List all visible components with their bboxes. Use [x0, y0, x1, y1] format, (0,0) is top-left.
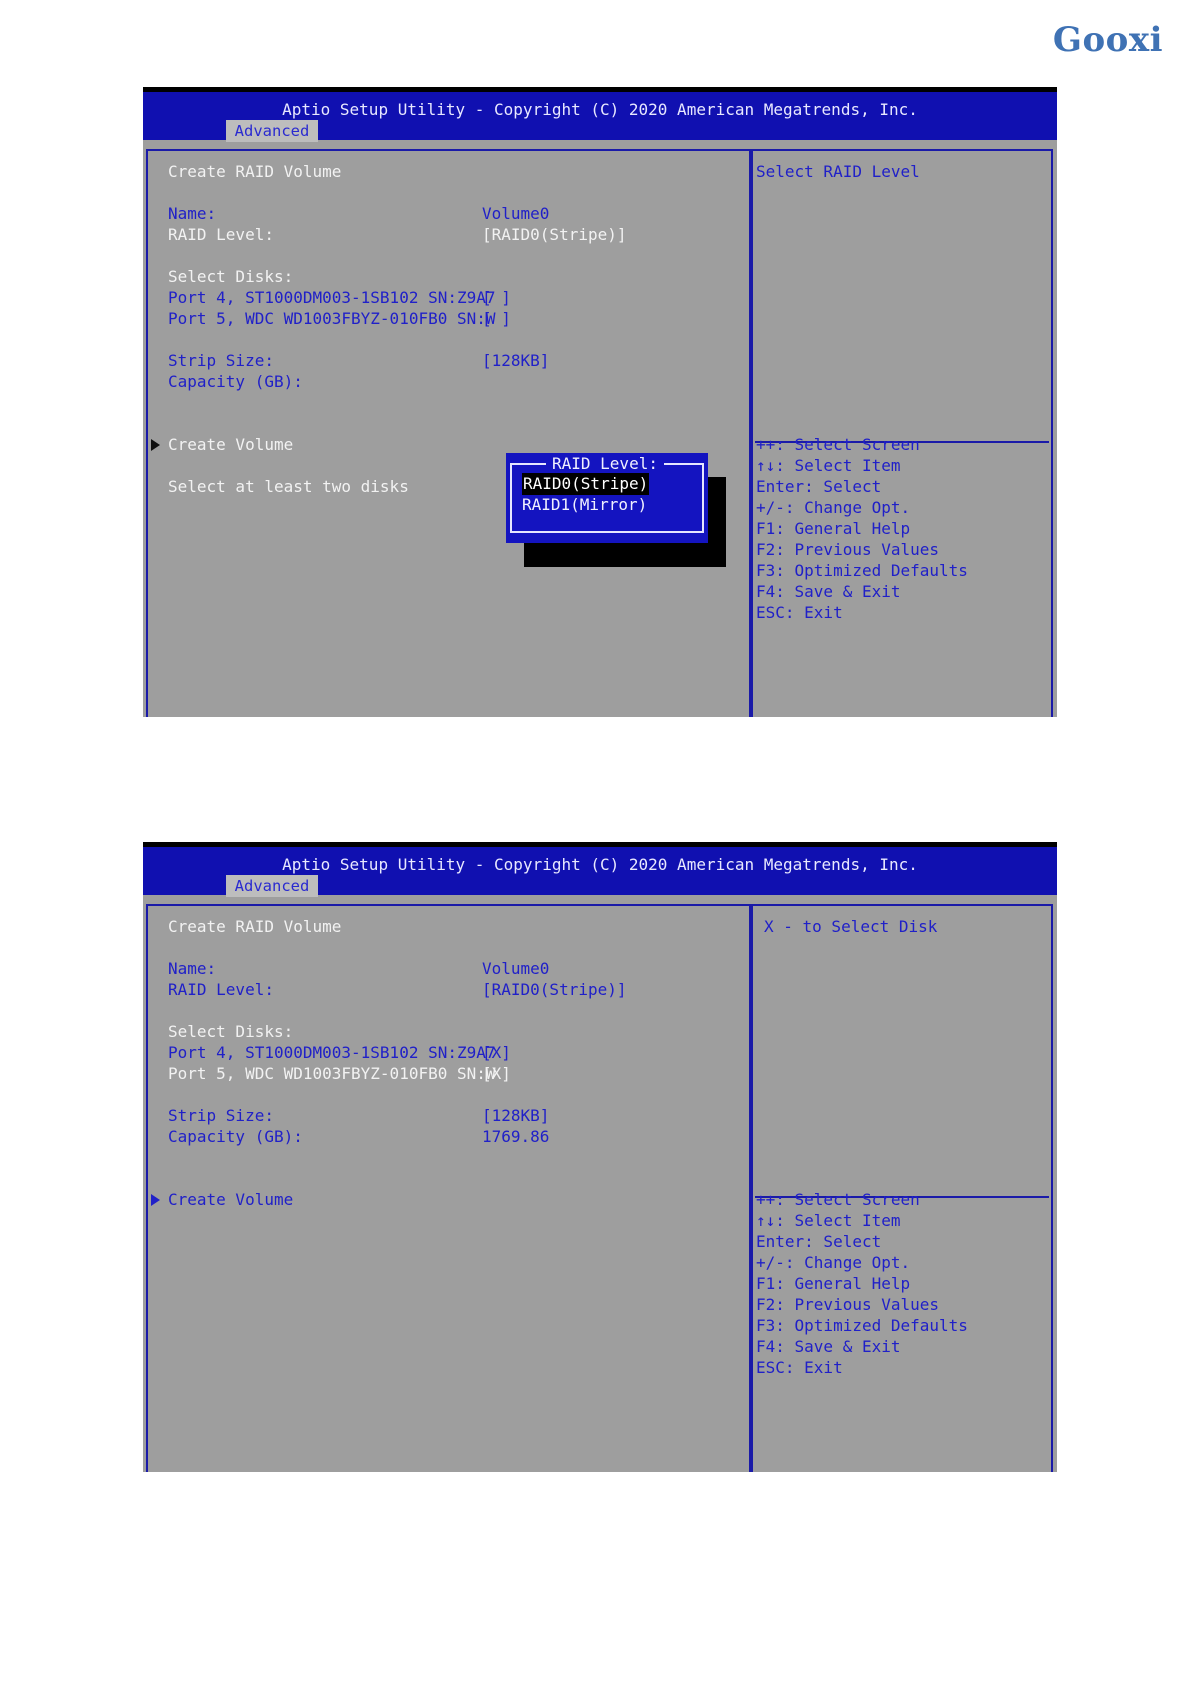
disk-port4-checkbox[interactable]: [X] [482, 1042, 511, 1064]
key-previous-values: F2: Previous Values [756, 1295, 940, 1314]
bios-screen-disks-selected: Aptio Setup Utility - Copyright (C) 2020… [143, 842, 1057, 1472]
disk-port4-label: Port 4, ST1000DM003-1SB102 SN:Z9A7 [168, 1043, 496, 1062]
raid-level-label: RAID Level: [168, 980, 274, 999]
key-enter-select: Enter: Select [756, 477, 882, 496]
create-volume-item[interactable]: Create Volume [168, 434, 293, 456]
help-text: Select RAID Level [756, 162, 920, 181]
create-volume-item[interactable]: Create Volume [168, 1189, 293, 1211]
disk-port4-checkbox[interactable]: [ ] [482, 287, 511, 309]
section-heading: Create RAID Volume [168, 162, 342, 181]
strip-size-value[interactable]: [128KB] [482, 1105, 549, 1127]
tab-advanced[interactable]: Advanced [226, 120, 318, 142]
window-title: Aptio Setup Utility - Copyright (C) 2020… [282, 855, 918, 874]
strip-size-value[interactable]: [128KB] [482, 350, 549, 372]
key-previous-values: F2: Previous Values [756, 540, 940, 559]
key-save-exit: F4: Save & Exit [756, 1337, 901, 1356]
name-label: Name: [168, 959, 217, 978]
select-disks-label: Select Disks: [168, 1022, 294, 1041]
help-panel: X - to Select Disk ++: Select Screen ↑↓:… [751, 904, 1053, 1472]
key-esc-exit: ESC: Exit [756, 603, 843, 622]
name-value[interactable]: Volume0 [482, 958, 549, 980]
select-disks-label: Select Disks: [168, 267, 294, 286]
popup-title: RAID Level: [546, 453, 664, 475]
name-label: Name: [168, 204, 217, 223]
disk-port5-label: Port 5, WDC WD1003FBYZ-010FB0 SN:W [168, 1064, 496, 1083]
key-optimized-defaults: F3: Optimized Defaults [756, 561, 968, 580]
disk-port5-checkbox[interactable]: [ ] [482, 308, 511, 330]
help-text: X - to Select Disk [764, 917, 938, 936]
submenu-arrow-icon [151, 1194, 160, 1206]
settings-panel: Create RAID Volume Name: Volume0 RAID Le… [146, 904, 751, 1472]
raid-level-value[interactable]: [RAID0(Stripe)] [482, 979, 627, 1001]
submenu-arrow-icon [151, 439, 160, 451]
key-change-opt: +/-: Change Opt. [756, 498, 911, 517]
tab-advanced[interactable]: Advanced [226, 875, 318, 897]
raid-level-popup: RAID Level: RAID0(Stripe) RAID1(Mirror) [506, 453, 708, 543]
bios-screen-raid-level-popup: Aptio Setup Utility - Copyright (C) 2020… [143, 87, 1057, 717]
raid-level-value[interactable]: [RAID0(Stripe)] [482, 224, 627, 246]
key-select-item: ↑↓: Select Item [756, 1211, 901, 1230]
name-value[interactable]: Volume0 [482, 203, 549, 225]
title-bar: Aptio Setup Utility - Copyright (C) 2020… [143, 842, 1057, 897]
key-esc-exit: ESC: Exit [756, 1358, 843, 1377]
window-title: Aptio Setup Utility - Copyright (C) 2020… [282, 100, 918, 119]
key-general-help: F1: General Help [756, 519, 911, 538]
key-select-item: ↑↓: Select Item [756, 456, 901, 475]
hint-text: Select at least two disks [168, 477, 409, 496]
strip-size-label: Strip Size: [168, 351, 274, 370]
section-heading: Create RAID Volume [168, 917, 342, 936]
key-change-opt: +/-: Change Opt. [756, 1253, 911, 1272]
capacity-label: Capacity (GB): [168, 1127, 303, 1146]
disk-port4-label: Port 4, ST1000DM003-1SB102 SN:Z9A7 [168, 288, 496, 307]
capacity-label: Capacity (GB): [168, 372, 303, 391]
key-enter-select: Enter: Select [756, 1232, 882, 1251]
key-general-help: F1: General Help [756, 1274, 911, 1293]
title-bar: Aptio Setup Utility - Copyright (C) 2020… [143, 87, 1057, 142]
settings-panel: Create RAID Volume Name: Volume0 RAID Le… [146, 149, 751, 717]
help-panel: Select RAID Level ++: Select Screen ↑↓: … [751, 149, 1053, 717]
gooxi-logo: Gooxi [1052, 20, 1163, 60]
disk-port5-label: Port 5, WDC WD1003FBYZ-010FB0 SN:W [168, 309, 496, 328]
key-optimized-defaults: F3: Optimized Defaults [756, 1316, 968, 1335]
key-select-screen: ++: Select Screen [756, 1190, 920, 1209]
capacity-value: 1769.86 [482, 1127, 550, 1146]
disk-port5-checkbox[interactable]: [X] [482, 1063, 511, 1085]
key-save-exit: F4: Save & Exit [756, 582, 901, 601]
strip-size-label: Strip Size: [168, 1106, 274, 1125]
raid-level-label: RAID Level: [168, 225, 274, 244]
key-select-screen: ++: Select Screen [756, 435, 920, 454]
popup-option-raid0[interactable]: RAID0(Stripe) [522, 473, 650, 495]
popup-option-raid1[interactable]: RAID1(Mirror) [522, 494, 647, 516]
